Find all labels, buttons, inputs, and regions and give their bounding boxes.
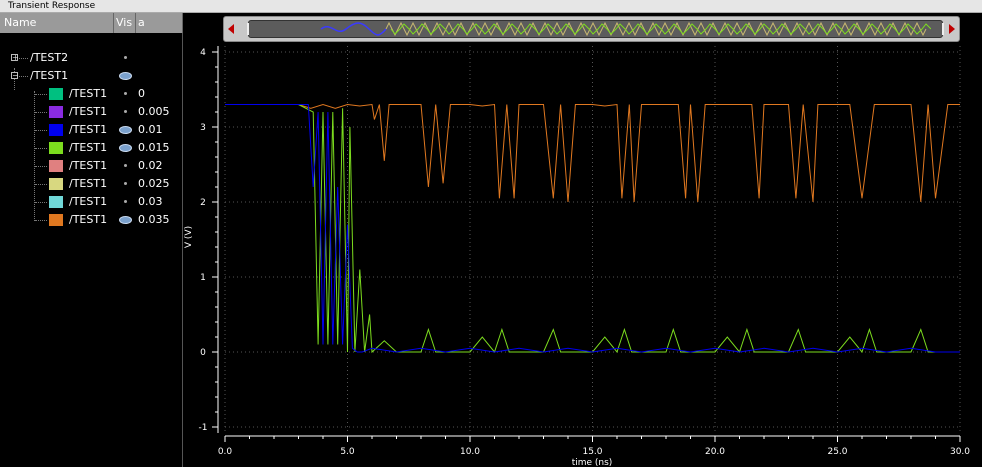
tree-group-test1[interactable]: − /TEST1 [0, 67, 183, 85]
tree-guide [35, 94, 47, 95]
signal-row[interactable]: /TEST1 0.02 [0, 157, 183, 175]
tree-guide [35, 184, 47, 185]
visibility-eye-icon[interactable] [118, 211, 132, 229]
visibility-dot-icon[interactable] [118, 157, 132, 175]
tree-guide [35, 112, 47, 113]
collapse-icon[interactable]: − [11, 72, 19, 80]
tree-guide [35, 148, 47, 149]
signal-label: /TEST1 [69, 141, 108, 154]
signal-label: /TEST1 [69, 177, 108, 190]
visibility-dot-icon[interactable] [118, 103, 132, 121]
signal-param-value: 0 [138, 87, 145, 100]
signal-color-swatch[interactable] [49, 178, 63, 190]
tree-guide [35, 202, 47, 203]
visibility-eye-icon[interactable] [118, 67, 132, 85]
visibility-eye-icon[interactable] [118, 121, 132, 139]
signal-row[interactable]: /TEST1 0.01 [0, 121, 183, 139]
signal-param-value: 0.015 [138, 141, 170, 154]
signal-color-swatch[interactable] [49, 88, 63, 100]
scroll-thumb[interactable] [247, 20, 944, 38]
signal-param-value: 0.03 [138, 195, 163, 208]
signal-tree: + /TEST2 − /TEST1 /TEST1 0 /TEST1 0.005 [0, 49, 183, 229]
scroll-right-arrow-icon[interactable] [949, 24, 955, 34]
visibility-dot-icon[interactable] [118, 85, 132, 103]
signal-row[interactable]: /TEST1 0.025 [0, 175, 183, 193]
tree-guide [35, 166, 47, 167]
plot-area[interactable] [184, 13, 982, 467]
signal-row[interactable]: /TEST1 0.005 [0, 103, 183, 121]
tree-group-test2[interactable]: + /TEST2 [0, 49, 183, 67]
tree-guide [35, 220, 47, 221]
column-header-name[interactable]: Name [0, 13, 114, 33]
signal-color-swatch[interactable] [49, 160, 63, 172]
signal-color-swatch[interactable] [49, 196, 63, 208]
visibility-dot-icon[interactable] [118, 175, 132, 193]
signal-color-swatch[interactable] [49, 214, 63, 226]
window-title: Transient Response [0, 0, 982, 13]
signal-label: /TEST1 [69, 213, 108, 226]
signal-label: /TEST1 [69, 105, 108, 118]
signal-param-value: 0.035 [138, 213, 170, 226]
signal-label: /TEST1 [69, 159, 108, 172]
scroll-left-arrow-icon[interactable] [228, 24, 234, 34]
signal-color-swatch[interactable] [49, 124, 63, 136]
signal-label: /TEST1 [69, 195, 108, 208]
signal-color-swatch[interactable] [49, 142, 63, 154]
signal-browser: Name Vis a + /TEST2 − /TEST1 /TEST1 0 /T… [0, 13, 183, 467]
column-header-vis[interactable]: Vis [114, 13, 136, 33]
signal-param-value: 0.02 [138, 159, 163, 172]
signal-param-value: 0.005 [138, 105, 170, 118]
thumb-right-grip-icon[interactable] [942, 23, 944, 35]
signal-color-swatch[interactable] [49, 106, 63, 118]
tree-guide [19, 58, 28, 59]
group-label: /TEST2 [30, 51, 69, 64]
signal-row[interactable]: /TEST1 0.035 [0, 211, 183, 229]
signal-param-value: 0.01 [138, 123, 163, 136]
signal-label: /TEST1 [69, 87, 108, 100]
signal-label: /TEST1 [69, 123, 108, 136]
signal-row[interactable]: /TEST1 0.03 [0, 193, 183, 211]
signal-row[interactable]: /TEST1 0 [0, 85, 183, 103]
tree-guide [35, 130, 47, 131]
time-overview-scrollbar[interactable] [223, 16, 960, 42]
visibility-dot-icon[interactable] [118, 49, 132, 67]
column-header-a[interactable]: a [136, 13, 183, 33]
overview-waveform-preview [320, 21, 931, 37]
signal-row[interactable]: /TEST1 0.015 [0, 139, 183, 157]
visibility-dot-icon[interactable] [118, 193, 132, 211]
visibility-eye-icon[interactable] [118, 139, 132, 157]
expand-icon[interactable]: + [11, 54, 19, 62]
tree-guide [19, 76, 28, 77]
thumb-left-grip-icon[interactable] [247, 23, 249, 35]
signal-param-value: 0.025 [138, 177, 170, 190]
group-label: /TEST1 [30, 69, 69, 82]
